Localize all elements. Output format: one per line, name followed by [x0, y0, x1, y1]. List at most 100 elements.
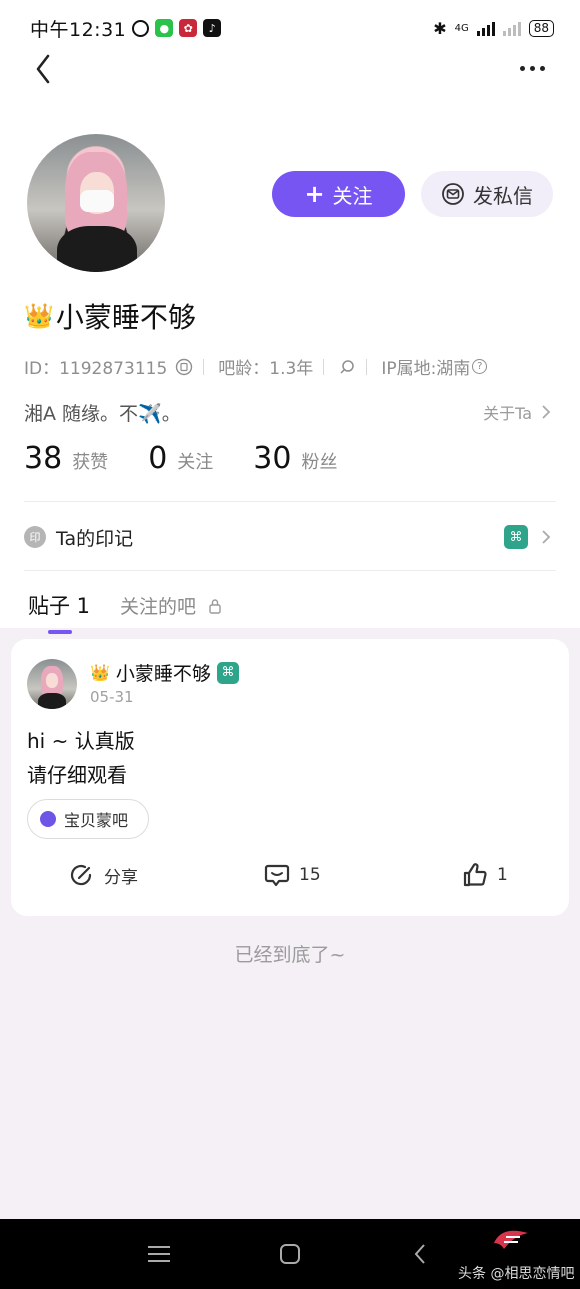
badge-icon: ⌘	[216, 661, 239, 684]
stat-fans[interactable]: 30 粉丝	[253, 441, 337, 476]
stat-likes[interactable]: 38 获赞	[24, 441, 108, 476]
status-time: 中午12:31	[30, 18, 127, 41]
divider	[366, 358, 368, 375]
system-back-button[interactable]	[412, 1241, 428, 1271]
stat-label: 关注	[177, 452, 214, 473]
ta-marks-label: Ta的印记	[56, 527, 134, 550]
bar-age: 吧龄：1.3年	[218, 359, 314, 379]
plus-icon: +	[304, 180, 325, 208]
status-right: ✱ 4G 88	[433, 19, 554, 38]
tab-followed-bars-label: 关注的吧	[120, 596, 197, 618]
message-label: 发私信	[473, 183, 533, 208]
about-link[interactable]: 关于Ta	[483, 400, 552, 424]
back-button[interactable]	[30, 52, 60, 86]
comment-icon	[264, 864, 290, 887]
stat-value: 0	[148, 441, 168, 476]
stat-label: 获赞	[72, 452, 109, 473]
like-button[interactable]: 1	[461, 861, 508, 889]
mark-badge-icon: 印	[24, 526, 46, 548]
avatar-mask	[80, 190, 114, 212]
lock-icon	[209, 598, 221, 614]
post-author-name[interactable]: 小蒙睡不够	[116, 659, 211, 686]
wechat-icon: ●	[155, 19, 174, 37]
divider	[24, 570, 556, 571]
recent-apps-button[interactable]	[148, 1246, 170, 1262]
follow-button[interactable]: + 关注	[272, 171, 405, 217]
watermark-logo-icon	[494, 1230, 528, 1249]
thumbs-up-icon	[463, 863, 487, 887]
battery-icon: 88	[528, 19, 554, 37]
share-button[interactable]: 分享	[68, 861, 138, 889]
chevron-right-icon	[542, 530, 551, 544]
signal-icon	[476, 20, 495, 36]
post-card[interactable]: 👑 小蒙睡不够 ⌘ 05-31 hi ~ 认真版 请仔细观看 宝贝蒙吧 分享 1…	[11, 639, 569, 916]
post-content[interactable]: hi ~ 认真版 请仔细观看	[27, 724, 135, 792]
dot-icon	[540, 65, 545, 71]
divider	[203, 358, 205, 375]
home-button[interactable]	[280, 1244, 300, 1264]
app-notification-icon: ✿	[179, 19, 198, 37]
user-id: ID：1192873115	[24, 359, 168, 379]
chevron-left-icon	[414, 1244, 425, 1264]
planet-icon	[40, 811, 56, 827]
status-bar: 中午12:31 ● ✿ ♪ ✱ 4G 88	[30, 14, 554, 42]
profile-bio: 湘A 随缘。不✈️。	[24, 403, 181, 425]
ta-marks-right: ⌘	[504, 525, 552, 549]
mail-icon	[442, 183, 464, 205]
tab-posts[interactable]: 贴子 1	[28, 590, 90, 634]
watermark-text: 头条 @相思恋情吧	[458, 1266, 575, 1282]
post-line: 请仔细观看	[27, 763, 127, 787]
stat-label: 粉丝	[301, 452, 338, 473]
crown-icon: 👑	[90, 663, 110, 682]
follow-label: 关注	[332, 183, 373, 208]
post-actions: 分享 15 1	[11, 861, 569, 897]
share-icon	[70, 864, 92, 886]
post-date: 05-31	[90, 688, 134, 706]
tab-followed-bars[interactable]: 关注的吧	[120, 592, 222, 619]
ta-marks-left: 印 Ta的印记	[24, 524, 133, 551]
bluetooth-icon: ✱	[433, 18, 447, 38]
comment-count: 15	[299, 865, 321, 885]
profile-tabs: 贴子 1 关注的吧	[28, 590, 222, 634]
profile-username: 小蒙睡不够	[55, 301, 196, 334]
search-icon[interactable]	[338, 358, 356, 376]
badge-icon: ⌘	[504, 525, 528, 549]
signal-2-icon	[502, 20, 521, 36]
avatar-body	[38, 693, 66, 709]
comment-button[interactable]: 15	[263, 861, 321, 889]
profile-name-row: 👑 小蒙睡不够	[24, 296, 196, 336]
more-options-button[interactable]	[520, 58, 554, 78]
stat-value: 30	[253, 441, 292, 476]
dot-icon	[520, 65, 525, 71]
post-author-row: 👑 小蒙睡不够 ⌘	[90, 659, 239, 686]
copy-icon[interactable]	[175, 358, 193, 376]
stat-following[interactable]: 0 关注	[148, 441, 213, 476]
alarm-icon	[132, 19, 150, 37]
post-author-avatar[interactable]	[27, 659, 77, 709]
ta-marks-row[interactable]: 印 Ta的印记 ⌘	[24, 520, 552, 554]
help-icon[interactable]: ?	[472, 359, 488, 374]
profile-stats: 38 获赞 0 关注 30 粉丝	[24, 441, 337, 476]
chevron-left-icon	[36, 54, 50, 84]
status-left: 中午12:31 ● ✿ ♪	[30, 15, 222, 42]
network-type: 4G	[454, 22, 469, 34]
profile-meta: ID：1192873115 吧龄：1.3年 IP属地:湖南 ?	[24, 354, 488, 379]
about-label: 关于Ta	[483, 404, 532, 423]
avatar-face	[46, 673, 58, 688]
like-count: 1	[497, 865, 508, 885]
avatar-body	[57, 226, 137, 272]
dot-icon	[530, 65, 535, 71]
ip-location: IP属地:湖南	[381, 359, 471, 379]
share-label: 分享	[104, 867, 138, 888]
bar-name: 宝贝蒙吧	[64, 811, 129, 830]
end-of-list-text: 已经到底了~	[234, 944, 346, 966]
crown-icon: 👑	[24, 302, 54, 330]
tiktok-icon: ♪	[203, 19, 222, 37]
chevron-right-icon	[542, 405, 551, 419]
divider	[323, 358, 325, 375]
profile-avatar[interactable]	[27, 134, 165, 272]
stat-value: 38	[24, 441, 63, 476]
post-line: hi ~ 认真版	[27, 729, 135, 753]
post-bar-tag[interactable]: 宝贝蒙吧	[27, 799, 150, 839]
send-message-button[interactable]: 发私信	[421, 171, 553, 217]
